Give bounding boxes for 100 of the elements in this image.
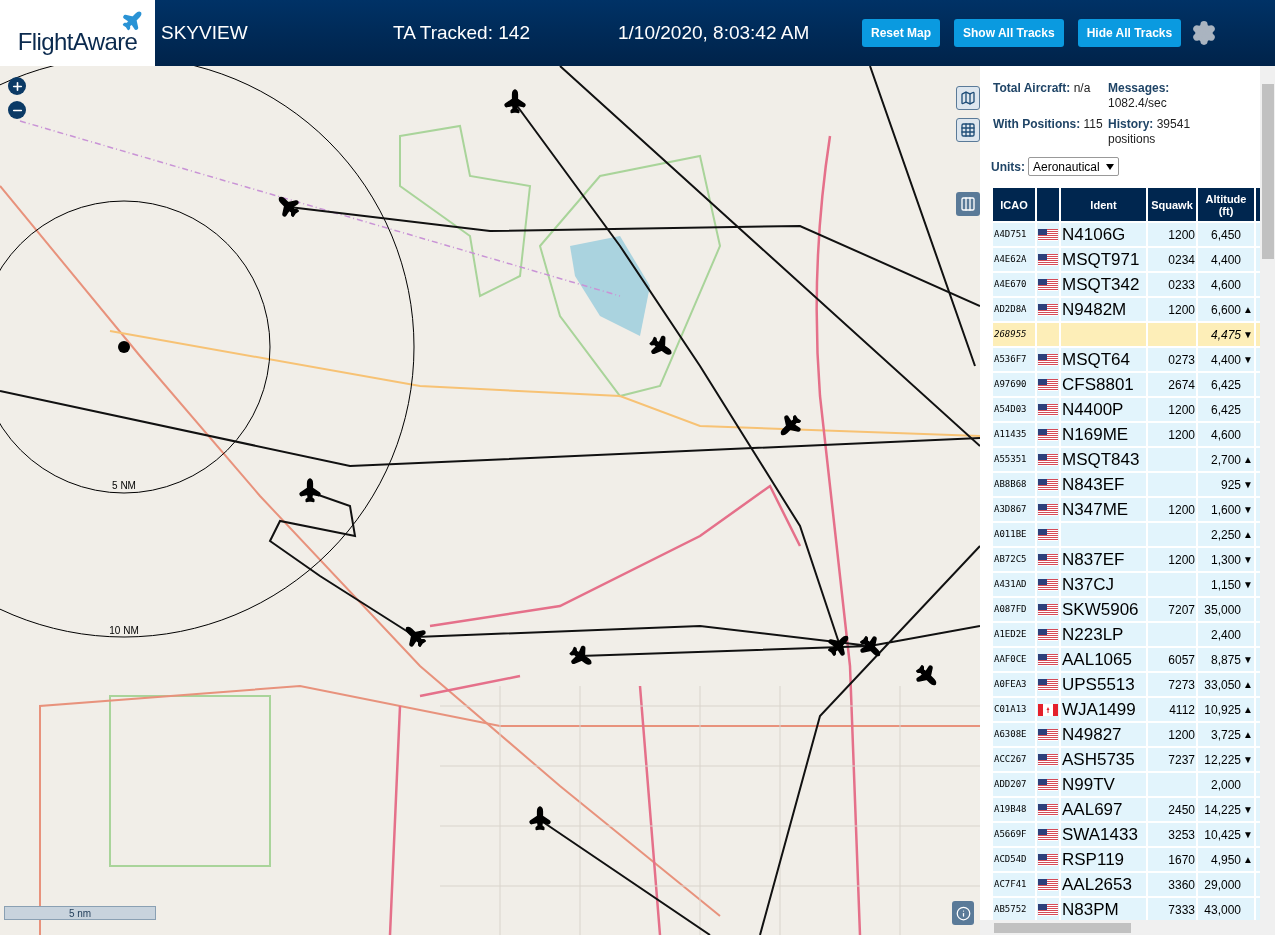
aircraft-row[interactable]: A19B48 AAL697 2450 14,225 ▼	[993, 798, 1260, 821]
table-cell: A087FD	[993, 598, 1035, 621]
stat-text: Total Aircraft: n/a	[993, 81, 1092, 97]
trend-arrow: ▼	[1243, 503, 1253, 517]
trend-arrow: ▼	[1243, 553, 1253, 567]
table-cell: A54D03	[993, 398, 1035, 421]
table-cell: AD2D8A	[993, 298, 1035, 321]
plus-icon	[10, 79, 24, 93]
column-header[interactable]: Altitude (ft)	[1198, 188, 1254, 221]
info-button[interactable]	[952, 901, 974, 925]
map-layers-button[interactable]	[956, 86, 980, 110]
table-cell: 0273	[1148, 348, 1196, 371]
plane-icon[interactable]	[404, 625, 428, 649]
trend-arrow: ▲	[1243, 728, 1253, 742]
range-label: 10 NM	[109, 625, 139, 636]
trend-arrow: ▼	[1243, 328, 1253, 342]
aircraft-row[interactable]: A4D751 N4106G 1200 6,450	[993, 223, 1260, 246]
aircraft-row[interactable]: A97690 CFS8801 2674 6,425	[993, 373, 1260, 396]
map-canvas[interactable]: 5 NM 10 NM 5 nm	[0, 66, 980, 935]
aircraft-row[interactable]: A011BE 2,250 ▲	[993, 523, 1260, 546]
table-cell: 6057	[1148, 648, 1196, 671]
table-cell: MSQT342	[1061, 273, 1146, 296]
table-cell: 4,600	[1198, 273, 1254, 296]
table-cell: 1,150 ▼	[1198, 573, 1254, 596]
vertical-scrollbar[interactable]	[1260, 66, 1275, 935]
table-cell: 35,000	[1198, 598, 1254, 621]
aircraft-row[interactable]: ACC267 ASH5735 7237 12,225 ▼	[993, 748, 1260, 771]
table-cell: SKW5906	[1061, 598, 1146, 621]
aircraft-row[interactable]: AD2D8A N9482M 1200 6,600 ▲	[993, 298, 1260, 321]
trend-arrow: ▼	[1243, 803, 1253, 817]
table-cell	[1148, 323, 1196, 346]
grid-button[interactable]	[956, 118, 980, 142]
table-cell: 1200	[1148, 423, 1196, 446]
aircraft-row[interactable]: A55351 MSQT843 2,700 ▲	[993, 448, 1260, 471]
table-cell: UPS5513	[1061, 673, 1146, 696]
columns-button[interactable]	[956, 192, 980, 216]
table-cell: A011BE	[993, 523, 1035, 546]
aircraft-row[interactable]: A3D867 N347ME 1200 1,600 ▼	[993, 498, 1260, 521]
settings-icon[interactable]	[1191, 20, 1218, 46]
aircraft-row[interactable]: AB72C5 N837EF 1200 1,300 ▼	[993, 548, 1260, 571]
aircraft-row[interactable]: AAF0CE AAL1065 6057 8,875 ▼	[993, 648, 1260, 671]
column-header[interactable]: Ident	[1061, 188, 1146, 221]
table-cell: 2674	[1148, 373, 1196, 396]
aircraft-row[interactable]: A1ED2E N223LP 2,400	[993, 623, 1260, 646]
plane-icon[interactable]	[277, 195, 301, 219]
aircraft-row[interactable]: ADD207 N99TV 2,000	[993, 773, 1260, 796]
table-cell: A3D867	[993, 498, 1035, 521]
plane-icon	[121, 10, 143, 32]
aircraft-row[interactable]: A4E670 MSQT342 0233 4,600	[993, 273, 1260, 296]
table-cell: AB8B68	[993, 473, 1035, 496]
table-cell: 0234	[1148, 248, 1196, 271]
aircraft-row[interactable]: A431AD N37CJ 1,150 ▼	[993, 573, 1260, 596]
trend-arrow: ▼	[1243, 828, 1253, 842]
table-cell: 8,875 ▼	[1198, 648, 1254, 671]
table-cell: A55351	[993, 448, 1035, 471]
aircraft-row[interactable]: A5669F SWA1433 3253 10,425 ▼	[993, 823, 1260, 846]
aircraft-row[interactable]: A54D03 N4400P 1200 6,425	[993, 398, 1260, 421]
aircraft-row[interactable]: ACD54D RSP119 1670 4,950 ▲	[993, 848, 1260, 871]
plane-icon[interactable]	[826, 634, 850, 658]
plane-icon[interactable]	[858, 634, 882, 658]
info-icon	[955, 905, 971, 921]
plane-icon[interactable]	[779, 413, 803, 437]
trend-arrow: ▲	[1243, 453, 1253, 467]
table-cell: 0233	[1148, 273, 1196, 296]
aircraft-row[interactable]: C01A13 WJA1499 4112 10,925 ▲	[993, 698, 1260, 721]
table-cell	[1148, 473, 1196, 496]
stat-text: With Positions: 115	[993, 117, 1104, 133]
table-cell: 3253	[1148, 823, 1196, 846]
table-cell: 2,400	[1198, 623, 1254, 646]
table-cell: A5669F	[993, 823, 1035, 846]
columns-icon	[960, 196, 976, 212]
aircraft-row[interactable]: A0FEA3 UPS5513 7273 33,050 ▲	[993, 673, 1260, 696]
table-cell: 1200	[1148, 398, 1196, 421]
table-cell: 2,000	[1198, 773, 1254, 796]
plane-icon[interactable]	[914, 663, 938, 687]
aircraft-row[interactable]: AB5752 N83PM 7333 43,000	[993, 898, 1260, 920]
horizontal-scrollbar[interactable]	[980, 920, 1260, 935]
column-header[interactable]: Squawk	[1148, 188, 1196, 221]
aircraft-row[interactable]: A536F7 MSQT64 0273 4,400 ▼	[993, 348, 1260, 371]
table-cell: A431AD	[993, 573, 1035, 596]
aircraft-row[interactable]: A087FD SKW5906 7207 35,000	[993, 598, 1260, 621]
column-header[interactable]: ICAO	[993, 188, 1035, 221]
aircraft-row[interactable]: A11435 N169ME 1200 4,600	[993, 423, 1260, 446]
table-cell: ASH5735	[1061, 748, 1146, 771]
zoom-in-button[interactable]	[8, 77, 26, 95]
table-cell: CFS8801	[1061, 373, 1146, 396]
table-cell: 1670	[1148, 848, 1196, 871]
table-cell: N49827	[1061, 723, 1146, 746]
aircraft-row[interactable]: 268955 4,475 ▼	[993, 323, 1260, 346]
aircraft-row[interactable]: AC7F41 AAL2653 3360 29,000	[993, 873, 1260, 896]
table-cell: AAL697	[1061, 798, 1146, 821]
range-label: 5 NM	[112, 480, 136, 491]
aircraft-row[interactable]: AB8B68 N843EF 925 ▼	[993, 473, 1260, 496]
table-cell: MSQT843	[1061, 448, 1146, 471]
aircraft-row[interactable]: A4E62A MSQT971 0234 4,400	[993, 248, 1260, 271]
table-cell: AB72C5	[993, 548, 1035, 571]
aircraft-row[interactable]: A6308E N49827 1200 3,725 ▲	[993, 723, 1260, 746]
units-select[interactable]: Aeronautical	[1028, 157, 1119, 176]
zoom-out-button[interactable]	[8, 101, 26, 119]
logo: FlightAware	[0, 0, 155, 66]
